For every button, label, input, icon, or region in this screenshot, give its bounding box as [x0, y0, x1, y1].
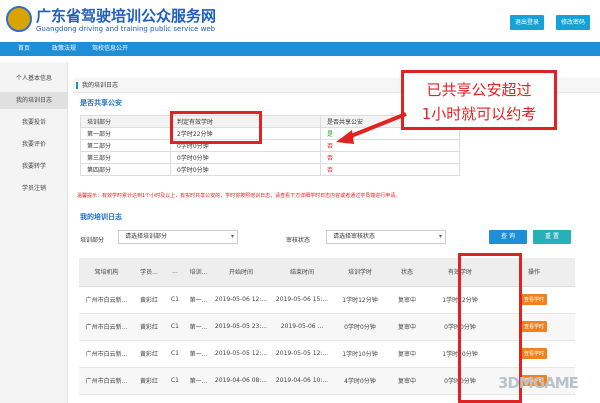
filter-part-label: 培训部分 [80, 237, 105, 244]
breadcrumb-text: 我的培训日志 [82, 82, 119, 89]
cell-part: 第一... [186, 367, 211, 395]
cell-hours: 4学时0分钟 [333, 367, 387, 395]
watermark-logo: 3DMGAME [498, 374, 579, 392]
share-part: 第二部分 [80, 139, 171, 152]
view-hours-button[interactable]: 查看学时 [520, 348, 547, 359]
filter-status-select[interactable]: 请选择审核状态 ▾ [326, 230, 446, 244]
table-row: 第四部分 0学时0分钟 否 [80, 163, 460, 176]
cell-student: 黄彩红 [134, 286, 164, 314]
annotation-highlight-box [170, 111, 262, 144]
cell-status: 复审中 [387, 286, 427, 314]
nav-school-info[interactable]: 驾校信息公开 [92, 42, 128, 56]
cell-start: 2019-05-05 23:... [211, 313, 271, 341]
cell-type: C1 [164, 286, 186, 314]
cell-student: 黄彩红 [134, 313, 164, 341]
query-button[interactable]: 查 询 [489, 230, 527, 244]
share-status: 否 [320, 151, 460, 164]
cell-type: C1 [164, 340, 186, 368]
share-part: 第一部分 [80, 127, 171, 140]
warning-text: 温馨提示：有效学时累计达到1个小时及以上，有实时共享公安的，学时将按照培训日志，… [77, 193, 401, 199]
cell-student: 黄彩红 [134, 367, 164, 395]
annotation-line-1: 已共享公安超过 [426, 81, 532, 99]
cell-school: 广州市白云新... [79, 340, 134, 368]
view-hours-button[interactable]: 查看学时 [520, 294, 547, 305]
annotation-callout: 已共享公安超过 1小时就可以约考 [401, 70, 557, 130]
sidebar-item-profile[interactable]: 个人基本信息 [0, 70, 68, 87]
sidebar: 个人基本信息 我的培训日志 我要投诉 我要评价 我要转学 学员注销 [0, 62, 68, 403]
sidebar-item-review[interactable]: 我要评价 [0, 136, 68, 153]
col-hours: 培训学时 [333, 258, 387, 287]
reset-button[interactable]: 重 置 [533, 230, 571, 244]
filter-part-select[interactable]: 请选择培训部分 ▾ [118, 230, 238, 244]
cell-status: 复审中 [387, 313, 427, 341]
cell-end: 2019-05-05 12:... [271, 340, 333, 368]
col-school: 驾培机构 [79, 258, 134, 287]
nav-home[interactable]: 首页 [18, 42, 30, 56]
view-hours-button[interactable]: 查看学时 [520, 321, 547, 332]
col-status: 状态 [387, 258, 427, 287]
cell-student: 黄彩红 [134, 340, 164, 368]
col-part: 培训... [186, 258, 211, 287]
logout-button[interactable]: 退出登录 [510, 15, 544, 30]
site-header: 广东省驾驶培训公众服务网 Guangdong driving and train… [0, 0, 600, 42]
log-section-title: 我的培训日志 [80, 213, 122, 221]
cell-end: 2019-05-06 ... [271, 313, 333, 341]
annotation-line-2: 1小时就可以约考 [421, 105, 537, 123]
site-logo-icon [6, 6, 32, 32]
nav-policy[interactable]: 政策法规 [52, 42, 76, 56]
cell-part: 第一... [186, 313, 211, 341]
cell-start: 2019-05-05 12:... [211, 340, 271, 368]
sidebar-item-complaint[interactable]: 我要投诉 [0, 114, 68, 131]
breadcrumb-marker [76, 82, 78, 89]
chevron-down-icon: ▾ [230, 233, 234, 240]
cell-type: C1 [164, 313, 186, 341]
filter-status-label: 审核状态 [286, 237, 311, 244]
col-type: ... [164, 258, 186, 287]
col-student: 学员... [134, 258, 164, 287]
share-section-title: 是否共享公安 [80, 99, 122, 107]
cell-school: 广州市白云新... [79, 367, 134, 395]
sidebar-item-training-log[interactable]: 我的培训日志 [0, 92, 68, 109]
cell-school: 广州市白云新... [79, 286, 134, 314]
cell-school: 广州市白云新... [79, 313, 134, 341]
cell-hours: 1学时10分钟 [333, 340, 387, 368]
share-part: 第三部分 [80, 151, 171, 164]
site-subtitle: Guangdong driving and training public se… [36, 25, 216, 33]
cell-start: 2019-05-06 12:... [211, 286, 271, 314]
cell-status: 复审中 [387, 367, 427, 395]
filter-status-value: 请选择审核状态 [333, 233, 376, 240]
col-start: 开始时间 [211, 258, 271, 287]
table-row: 第三部分 0学时0分钟 否 [80, 151, 460, 164]
cell-end: 2019-04-06 10:... [271, 367, 333, 395]
cell-part: 第一... [186, 286, 211, 314]
cell-hours: 1学时12分钟 [333, 286, 387, 314]
cell-part: 第一... [186, 340, 211, 368]
share-status: 否 [320, 163, 460, 176]
cell-end: 2019-05-06 15:... [271, 286, 333, 314]
share-part: 第四部分 [80, 163, 171, 176]
cell-start: 2019-04-06 08:... [211, 367, 271, 395]
cell-hours: 0学时0分钟 [333, 313, 387, 341]
share-hours: 0学时0分钟 [170, 151, 321, 164]
annotation-arrow-icon [336, 112, 407, 144]
sidebar-item-cancel[interactable]: 学员注销 [0, 180, 68, 197]
cell-type: C1 [164, 367, 186, 395]
share-hours: 0学时0分钟 [170, 163, 321, 176]
share-header-part: 培训部分 [80, 115, 171, 128]
sidebar-item-transfer[interactable]: 我要转学 [0, 158, 68, 175]
cell-status: 复审中 [387, 340, 427, 368]
col-end: 结束时间 [271, 258, 333, 287]
chevron-down-icon: ▾ [438, 233, 442, 240]
top-nav: 首页 政策法规 驾校信息公开 [0, 42, 600, 56]
filter-part-value: 请选择培训部分 [125, 233, 168, 240]
site-title: 广东省驾驶培训公众服务网 [36, 7, 217, 25]
change-password-button[interactable]: 修改密码 [556, 15, 590, 30]
